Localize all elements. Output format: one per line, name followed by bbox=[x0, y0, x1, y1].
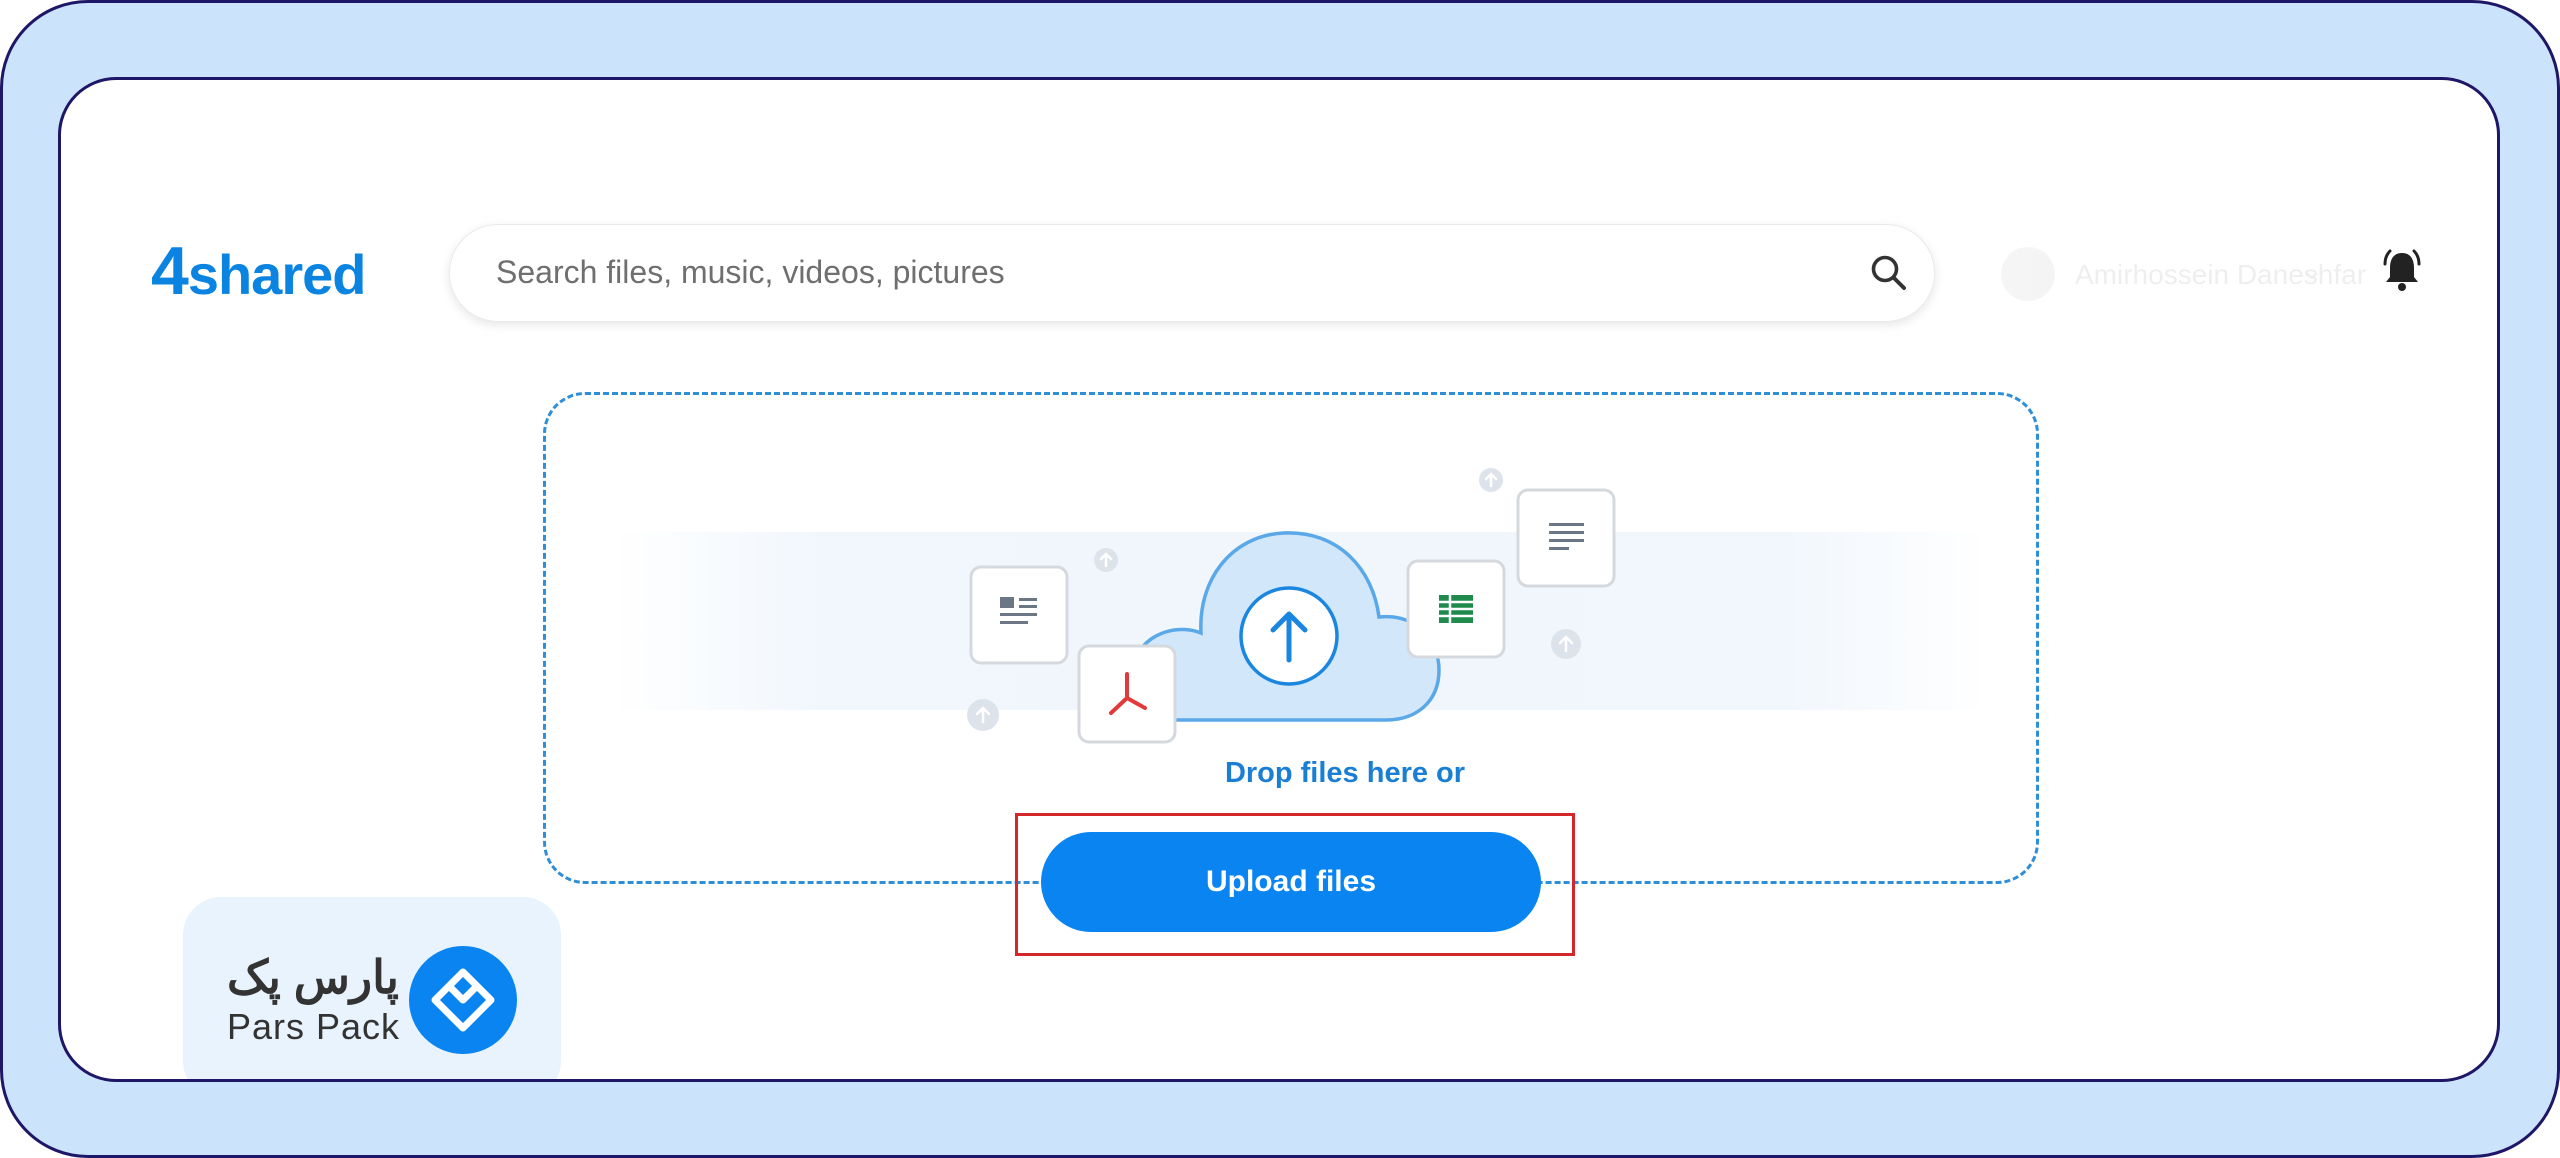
user-menu[interactable]: Amirhossein Daneshfar ⌄ bbox=[2001, 245, 2366, 305]
search-bar bbox=[449, 224, 1935, 322]
parspack-name-fa: پارس پک bbox=[227, 951, 399, 1003]
4shared-logo[interactable]: 4shared bbox=[151, 237, 366, 305]
search-icon[interactable] bbox=[1868, 252, 1910, 294]
illustration-background bbox=[611, 532, 1991, 710]
screenshot-card: 4shared Amirhossein Daneshfar ⌄ bbox=[58, 77, 2500, 1082]
upload-files-button[interactable]: Upload files bbox=[1041, 832, 1541, 932]
drop-files-text: Drop files here or bbox=[1224, 757, 1466, 789]
chevron-down-icon: ⌄ bbox=[2301, 255, 2323, 285]
parspack-name-en: Pars Pack bbox=[227, 1006, 401, 1047]
search-input[interactable] bbox=[496, 225, 1796, 320]
bell-alert-icon[interactable] bbox=[2377, 246, 2427, 296]
parspack-logo-icon bbox=[409, 946, 517, 1054]
avatar bbox=[2001, 247, 2055, 301]
